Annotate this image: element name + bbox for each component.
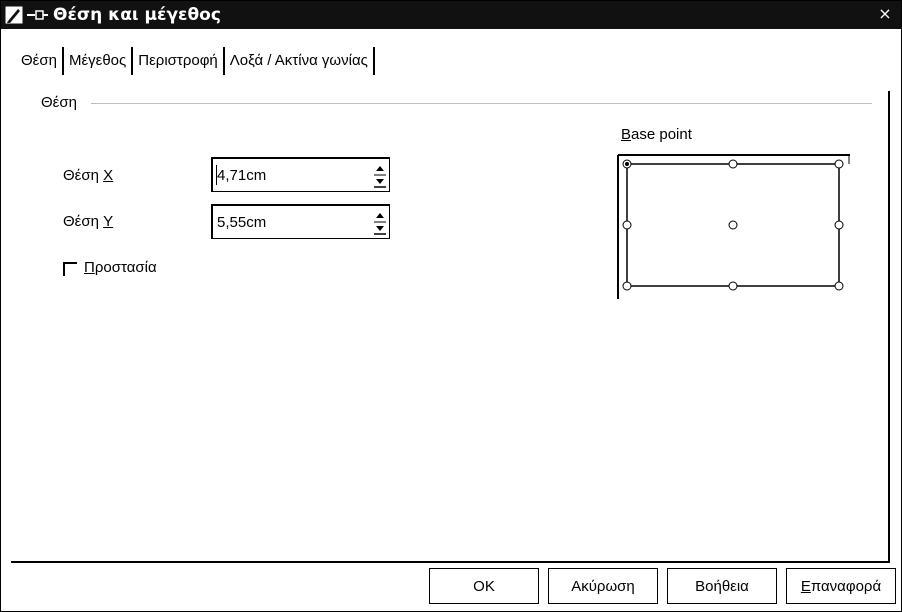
spin-arrows[interactable] [373,162,387,188]
tab-rotation[interactable]: Περιστροφή [133,47,225,75]
cancel-button[interactable]: Ακύρωση [548,568,658,604]
help-button[interactable]: Βοήθεια [667,568,777,604]
spin-up-arrow-icon [376,213,384,218]
group-divider [91,103,872,104]
protect-label[interactable]: Προστασία [84,259,157,276]
base-point-middle-left [622,220,632,230]
position-x-value[interactable]: 4,71cm [217,167,266,184]
spin-up-arrow-icon [376,166,384,171]
tab-slant-corner-radius[interactable]: Λοξά / Ακτίνα γωνίας [225,47,375,75]
base-point-selector[interactable] [617,154,851,300]
checkbox-icon[interactable] [63,262,77,276]
tab-bar: Θέση Μέγεθος Περιστροφή Λοξά / Ακτίνα γω… [15,47,375,75]
dialog-title: Θέση και μέγεθος [53,5,221,25]
tab-size[interactable]: Μέγεθος [64,47,134,75]
position-group-label: Θέση [41,94,77,111]
base-point-bottom-right [834,281,844,291]
close-icon[interactable]: × [875,4,895,24]
base-point-selected-dot [625,162,629,166]
position-y-label: Θέση Y [63,213,114,230]
ok-button[interactable]: OK [429,568,539,604]
position-size-dialog: Θέση και μέγεθος × Θέση Μέγεθος Περιστρο… [0,0,902,612]
reset-button[interactable]: Επαναφορά [786,568,896,604]
position-y-value[interactable]: 5,55cm [217,214,266,231]
base-point-top-center [728,159,738,169]
spin-down-arrow-icon [376,179,384,184]
base-point-bottom-left [622,281,632,291]
text-cursor [216,165,217,185]
panel-border-right [888,91,890,561]
base-point-middle-right [834,220,844,230]
draw-app-icon[interactable] [5,6,23,24]
title-bar[interactable]: Θέση και μέγεθος × [1,1,901,29]
position-y-spinbox[interactable]: 5,55cm [211,204,390,239]
spin-arrows[interactable] [373,209,387,235]
base-point-bottom-center [728,281,738,291]
pin-icon[interactable] [27,10,49,20]
base-point-center [728,220,738,230]
base-point-label: Base point [621,126,692,143]
panel-border-bottom [11,561,890,563]
tab-position[interactable]: Θέση [15,47,64,75]
base-point-top-right [834,159,844,169]
spin-down-arrow-icon [376,226,384,231]
position-x-spinbox[interactable]: 4,71cm [211,157,390,192]
position-x-label: Θέση X [63,167,114,184]
